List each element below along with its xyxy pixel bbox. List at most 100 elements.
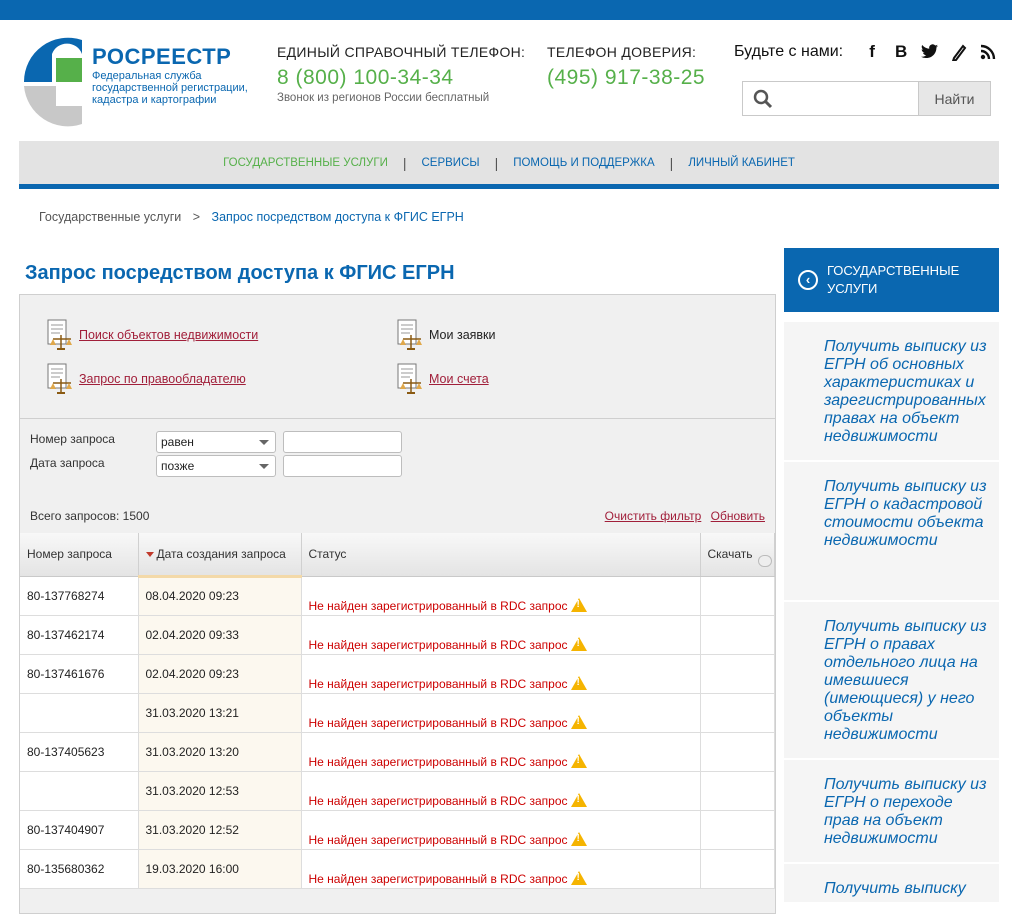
table-row[interactable]: 31.03.2020 12:53 Не найден зарегистрирова… bbox=[20, 771, 775, 811]
warning-icon bbox=[570, 714, 587, 729]
table-row[interactable]: 80-137461676 02.04.2020 09:23 Не найден за… bbox=[20, 654, 775, 694]
status-text: Не найден зарегистрированный в RDC запро… bbox=[308, 637, 568, 652]
nav-item-gov-services[interactable]: ГОСУДАРСТВЕННЫЕ УСЛУГИ bbox=[208, 157, 403, 169]
document-scales-icon bbox=[397, 363, 422, 394]
trust-line-block: ТЕЛЕФОН ДОВЕРИЯ: (495) 917-38-25 bbox=[547, 44, 705, 90]
total-requests: Всего запросов: 1500 bbox=[30, 509, 150, 523]
nav-item-help[interactable]: ПОМОЩЬ И ПОДДЕРЖКА bbox=[498, 157, 669, 169]
column-header-download-label: Скачать bbox=[707, 547, 753, 562]
cell-status: Не найден зарегистрированный в RDC запро… bbox=[301, 693, 701, 733]
cell-number: 80-137768274 bbox=[20, 576, 139, 616]
status-text: Не найден зарегистрированный в RDC запро… bbox=[308, 598, 568, 613]
request-number-label: Номер запроса bbox=[30, 432, 115, 446]
document-scales-icon bbox=[397, 319, 422, 350]
status-text: Не найден зарегистрированный в RDC запро… bbox=[308, 754, 568, 769]
request-date-label: Дата запроса bbox=[30, 456, 105, 470]
warning-icon bbox=[570, 792, 587, 807]
nav-item-account[interactable]: ЛИЧНЫЙ КАБИНЕТ bbox=[673, 157, 810, 169]
column-header-status[interactable]: Статус bbox=[301, 533, 701, 577]
cell-number bbox=[20, 693, 139, 733]
vk-icon[interactable]: B bbox=[891, 42, 911, 62]
table-row[interactable]: 80-137768274 08.04.2020 09:23 Не найден за… bbox=[20, 576, 775, 616]
cell-download bbox=[700, 615, 775, 655]
request-number-input[interactable] bbox=[283, 431, 402, 453]
table-row[interactable]: 80-137462174 02.04.2020 09:33 Не найден за… bbox=[20, 615, 775, 655]
top-bar bbox=[0, 0, 1012, 20]
cell-status: Не найден зарегистрированный в RDC запро… bbox=[301, 654, 701, 694]
cell-number: 80-137405623 bbox=[20, 732, 139, 772]
cell-date: 31.03.2020 13:21 bbox=[138, 693, 302, 733]
my-requests-label: Мои заявки bbox=[429, 328, 496, 342]
sort-desc-icon bbox=[145, 552, 154, 558]
cell-date: 19.03.2020 16:00 bbox=[138, 849, 302, 889]
sidebar-item-extract-person-rights[interactable]: Получить выписку из ЕГРН о правах отдель… bbox=[784, 602, 999, 758]
sidebar-item-extract-cadastral[interactable]: Получить выписку из ЕГРН о кадастровой с… bbox=[784, 462, 999, 600]
chevron-down-icon bbox=[259, 440, 269, 445]
hotline-note: Звонок из регионов России бесплатный bbox=[277, 92, 490, 104]
cell-status: Не найден зарегистрированный в RDC запро… bbox=[301, 849, 701, 889]
my-requests-item: Мои заявки bbox=[395, 319, 496, 351]
cell-status: Не найден зарегистрированный в RDC запро… bbox=[301, 615, 701, 655]
status-text: Не найден зарегистрированный в RDC запро… bbox=[308, 832, 568, 847]
breadcrumb-parent[interactable]: Государственные услуги bbox=[39, 210, 181, 224]
refresh-link[interactable]: Обновить bbox=[711, 509, 765, 523]
column-header-date[interactable]: Дата создания запроса bbox=[138, 533, 302, 578]
document-scales-icon bbox=[47, 363, 72, 394]
warning-icon bbox=[570, 831, 587, 846]
sidebar-item-extract-main[interactable]: Получить выписку из ЕГРН об основных хар… bbox=[784, 322, 999, 460]
cell-download bbox=[700, 849, 775, 889]
clear-filter-link[interactable]: Очистить фильтр bbox=[605, 509, 702, 523]
request-date-operator-value: позже bbox=[161, 459, 195, 473]
requests-table: Номер запроса Дата создания запроса Стат… bbox=[20, 533, 775, 889]
table-row[interactable]: 80-137405623 31.03.2020 13:20 Не найден за… bbox=[20, 732, 775, 772]
column-header-date-label: Дата создания запроса bbox=[156, 546, 286, 561]
brand-name[interactable]: РОСРЕЕСТР bbox=[92, 44, 231, 70]
document-scales-icon bbox=[47, 319, 72, 350]
by-owner-link[interactable]: Запрос по правообладателю bbox=[79, 372, 246, 386]
sidebar-item-extract-transfer[interactable]: Получить выписку из ЕГРН о переходе прав… bbox=[784, 760, 999, 862]
warning-icon bbox=[570, 597, 587, 612]
filter-actions: Очистить фильтр Обновить bbox=[599, 509, 765, 523]
rss-icon[interactable] bbox=[978, 42, 998, 62]
cell-download bbox=[700, 771, 775, 811]
table-row[interactable]: 31.03.2020 13:21 Не найден зарегистрирова… bbox=[20, 693, 775, 733]
hotline-block: ЕДИНЫЙ СПРАВОЧНЫЙ ТЕЛЕФОН: 8 (800) 100-3… bbox=[277, 44, 525, 104]
cell-number: 80-137461676 bbox=[20, 654, 139, 694]
facebook-icon[interactable]: f bbox=[862, 42, 882, 62]
column-header-number[interactable]: Номер запроса bbox=[20, 533, 139, 577]
cell-download bbox=[700, 732, 775, 772]
trust-line-number: (495) 917-38-25 bbox=[547, 66, 706, 89]
cell-download bbox=[700, 693, 775, 733]
column-header-download[interactable]: Скачать bbox=[700, 533, 775, 577]
request-number-operator-value: равен bbox=[161, 435, 194, 449]
status-text: Не найден зарегистрированный в RDC запро… bbox=[308, 676, 568, 691]
cell-status: Не найден зарегистрированный в RDC запро… bbox=[301, 732, 701, 772]
chevron-left-icon: ‹ bbox=[798, 270, 818, 290]
column-menu-icon[interactable] bbox=[758, 555, 772, 567]
warning-icon bbox=[570, 675, 587, 690]
cell-number bbox=[20, 771, 139, 811]
status-text: Не найден зарегистрированный в RDC запро… bbox=[308, 871, 568, 886]
request-date-operator-select[interactable]: позже bbox=[156, 455, 276, 477]
sidebar-header[interactable]: ‹ ГОСУДАРСТВЕННЫЕ УСЛУГИ bbox=[784, 248, 999, 312]
blog-icon[interactable] bbox=[949, 42, 969, 62]
search-objects-item: Поиск объектов недвижимости bbox=[45, 319, 258, 351]
nav-item-services[interactable]: СЕРВИСЫ bbox=[406, 157, 494, 169]
request-number-operator-select[interactable]: равен bbox=[156, 431, 276, 453]
request-date-input[interactable] bbox=[283, 455, 402, 477]
cell-status: Не найден зарегистрированный в RDC запро… bbox=[301, 576, 701, 616]
cell-download bbox=[700, 654, 775, 694]
search-objects-link[interactable]: Поиск объектов недвижимости bbox=[79, 328, 258, 342]
search-input[interactable] bbox=[742, 81, 919, 116]
cell-number: 80-137404907 bbox=[20, 810, 139, 850]
my-bills-link[interactable]: Мои счета bbox=[429, 372, 489, 386]
warning-icon bbox=[570, 636, 587, 651]
rosreestr-logo-icon[interactable] bbox=[22, 36, 84, 128]
cell-date: 31.03.2020 12:52 bbox=[138, 810, 302, 850]
search-button[interactable]: Найти bbox=[918, 81, 991, 116]
sidebar-item-extract[interactable]: Получить выписку bbox=[784, 864, 999, 902]
search-icon bbox=[753, 89, 773, 109]
twitter-icon[interactable] bbox=[920, 42, 940, 62]
table-row[interactable]: 80-137404907 31.03.2020 12:52 Не найден за… bbox=[20, 810, 775, 850]
table-row[interactable]: 80-135680362 19.03.2020 16:00 Не найден за… bbox=[20, 849, 775, 889]
